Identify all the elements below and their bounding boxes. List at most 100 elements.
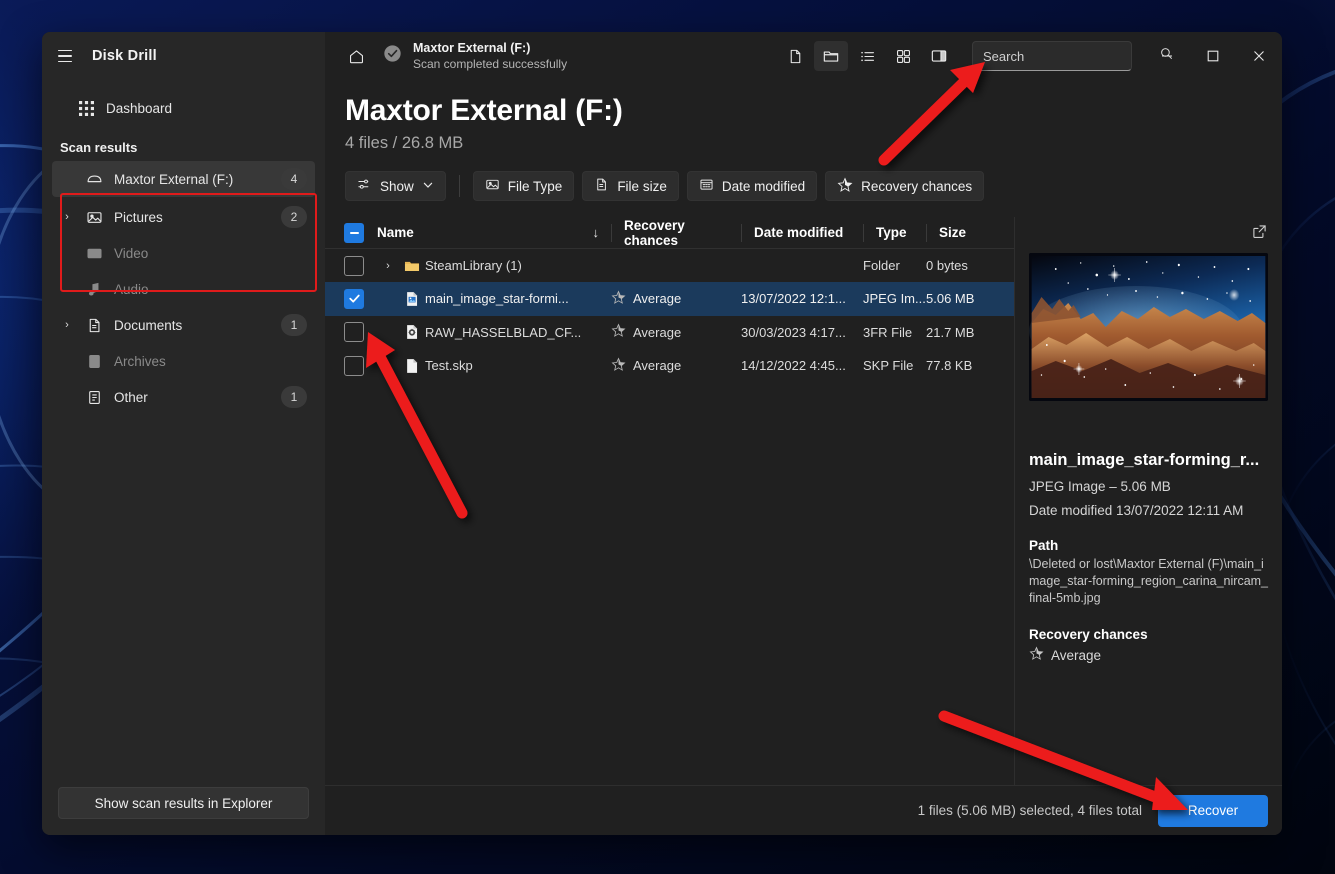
- star-icon: [611, 356, 626, 375]
- close-button[interactable]: [1236, 32, 1282, 80]
- search-input[interactable]: [983, 48, 1159, 64]
- file-icon: [594, 177, 609, 195]
- preview-path-label: Path: [1029, 538, 1059, 553]
- maximize-button[interactable]: [1190, 32, 1236, 80]
- status-bar: 1 files (5.06 MB) selected, 4 files tota…: [325, 785, 1282, 835]
- drive-icon: [84, 171, 104, 188]
- sidebar-item-maxtor-external[interactable]: › Maxtor External (F:) 4: [52, 161, 315, 197]
- table-header: Name ↓ Recovery chances Date modified Ty…: [325, 217, 1014, 249]
- row-name: SteamLibrary (1): [425, 258, 522, 274]
- sidebar-section-title: Scan results: [60, 140, 138, 155]
- preview-pane-toggle-button[interactable]: [922, 41, 956, 71]
- window-controls: [1144, 32, 1282, 80]
- row-recovery: Average: [633, 291, 682, 307]
- scan-title: Maxtor External (F:): [413, 40, 531, 55]
- column-header-name[interactable]: Name ↓: [373, 225, 611, 240]
- sidebar-badge: 4: [281, 168, 307, 190]
- preview-meta: JPEG Image – 5.06 MB: [1029, 479, 1171, 494]
- sidebar-item-label: Video: [114, 245, 149, 261]
- row-recovery-cell: Average: [611, 290, 741, 308]
- filter-chip-file-type[interactable]: File Type: [472, 171, 575, 201]
- file-view-button[interactable]: [778, 41, 812, 71]
- sidebar-item-dashboard[interactable]: Dashboard: [52, 90, 315, 126]
- search-box[interactable]: [972, 41, 1172, 71]
- row-date: 14/12/2022 4:45...: [741, 358, 846, 374]
- hamburger-menu-icon[interactable]: [56, 44, 74, 69]
- preview-recovery-value: Average: [1051, 647, 1102, 663]
- row-name-cell: ›main_image_star-formi...: [373, 290, 611, 308]
- show-scan-results-in-explorer-button[interactable]: Show scan results in Explorer: [58, 787, 309, 819]
- row-checkbox-cell: [335, 255, 373, 276]
- column-header-label: Size: [926, 223, 1014, 242]
- open-external-icon[interactable]: [1251, 223, 1268, 245]
- chevron-right-icon[interactable]: ›: [60, 319, 74, 331]
- table-row[interactable]: ›main_image_star-formi... Average 13/07/20…: [325, 282, 1014, 316]
- sidebar: Disk Drill Dashboard Scan results ›: [42, 32, 325, 835]
- sidebar-item-label: Other: [114, 389, 148, 405]
- filter-chip-recovery-chances[interactable]: Recovery chances: [825, 171, 985, 201]
- folder-view-button[interactable]: [814, 41, 848, 71]
- home-button[interactable]: [339, 41, 373, 71]
- sidebar-footer: Show scan results in Explorer: [42, 787, 325, 835]
- sidebar-item-pictures[interactable]: › Pictures 2: [52, 199, 315, 235]
- page-title: Maxtor External (F:): [345, 94, 623, 127]
- sidebar-item-video[interactable]: ›Video: [52, 235, 315, 271]
- column-header-date[interactable]: Date modified: [741, 223, 863, 242]
- row-name-cell: ›Test.skp: [373, 357, 611, 375]
- star-icon: [1029, 646, 1044, 664]
- list-view-button[interactable]: [850, 41, 884, 71]
- recover-button[interactable]: Recover: [1158, 794, 1268, 827]
- show-label: Show: [380, 178, 414, 194]
- sidebar-item-other[interactable]: ›Other1: [52, 379, 315, 415]
- sidebar-category-list: › Pictures 2 ›Video›Audio › Documents 1 ›Archiv…: [42, 199, 325, 415]
- sidebar-item-audio[interactable]: ›Audio: [52, 271, 315, 307]
- preview-recovery-value-row: Average: [1029, 646, 1268, 664]
- column-header-size[interactable]: Size: [926, 223, 1014, 242]
- grid-view-button[interactable]: [886, 41, 920, 71]
- picture-icon: [84, 209, 104, 226]
- column-header-label: Recovery chances: [611, 218, 741, 248]
- row-name-cell: › SteamLibrary (1): [373, 257, 611, 275]
- column-header-type[interactable]: Type: [863, 223, 926, 242]
- filter-chip-list: File Type File size Date modified Recovery …: [472, 171, 985, 201]
- folder-icon: [399, 257, 425, 275]
- row-checkbox[interactable]: [344, 255, 364, 276]
- sidebar-badge: 1: [281, 386, 307, 408]
- row-checkbox[interactable]: [344, 355, 364, 376]
- sidebar-header: Disk Drill: [42, 32, 325, 80]
- row-checkbox[interactable]: [344, 322, 364, 343]
- sidebar-item-documents[interactable]: › Documents 1: [52, 307, 315, 343]
- table-row[interactable]: › SteamLibrary (1) Folder 0 bytes: [325, 249, 1014, 282]
- show-dropdown[interactable]: Show: [345, 171, 446, 201]
- minimize-button[interactable]: [1144, 32, 1190, 80]
- sliders-icon: [357, 177, 372, 195]
- chevron-right-icon[interactable]: ›: [377, 260, 399, 272]
- preview-recovery-label: Recovery chances: [1029, 627, 1148, 642]
- row-name-cell: ›RAW_HASSELBLAD_CF...: [373, 323, 611, 341]
- sidebar-badge: 1: [281, 314, 307, 336]
- file-list: Name ↓ Recovery chances Date modified Ty…: [325, 217, 1014, 785]
- content-area: Name ↓ Recovery chances Date modified Ty…: [325, 217, 1282, 785]
- scan-subtitle: Scan completed successfully: [413, 56, 568, 71]
- preview-image: [1029, 253, 1268, 401]
- row-size: 77.8 KB: [926, 358, 973, 374]
- sidebar-item-label: Dashboard: [106, 100, 173, 116]
- select-all-checkbox[interactable]: [344, 222, 364, 243]
- chevron-right-icon[interactable]: ›: [60, 211, 74, 223]
- column-header-recovery[interactable]: Recovery chances: [611, 218, 741, 248]
- grid-icon: [76, 100, 96, 116]
- raw-file-icon: [399, 323, 425, 341]
- table-row[interactable]: ›RAW_HASSELBLAD_CF... Average 30/03/2023 4…: [325, 316, 1014, 349]
- table-row[interactable]: ›Test.skp Average 14/12/2022 4:45... SKP Fi…: [325, 349, 1014, 382]
- preview-filename: main_image_star-forming_r...: [1029, 451, 1260, 469]
- filter-chip-file-size[interactable]: File size: [582, 171, 679, 201]
- row-recovery-cell: Average: [611, 323, 741, 341]
- check-circle-icon: [383, 44, 402, 68]
- row-recovery-cell: Average: [611, 356, 741, 375]
- row-checkbox[interactable]: [344, 288, 364, 309]
- chevron-down-icon: [422, 179, 434, 194]
- filter-chip-date-modified[interactable]: Date modified: [686, 171, 818, 201]
- titlebar: Maxtor External (F:) Scan completed succ…: [325, 32, 1282, 80]
- sidebar-item-archives[interactable]: ›Archives: [52, 343, 315, 379]
- preview-date-modified: Date modified 13/07/2022 12:11 AM: [1029, 503, 1244, 518]
